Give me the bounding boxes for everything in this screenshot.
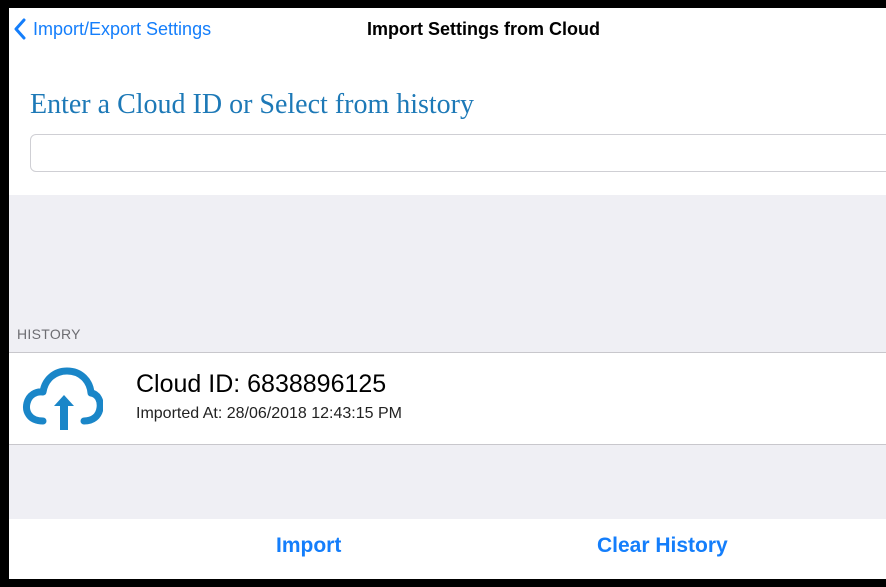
cloud-upload-icon bbox=[23, 367, 103, 430]
history-item[interactable]: Cloud ID: 6838896125 Imported At: 28/06/… bbox=[9, 352, 886, 445]
history-section-header: HISTORY bbox=[17, 326, 81, 342]
app-screen: Import/Export Settings Import Settings f… bbox=[9, 8, 886, 579]
back-button[interactable]: Import/Export Settings bbox=[13, 16, 211, 42]
navigation-bar: Import/Export Settings Import Settings f… bbox=[9, 8, 886, 52]
history-item-title: Cloud ID: 6838896125 bbox=[136, 370, 387, 398]
bottom-toolbar: Import Clear History bbox=[9, 519, 886, 579]
cloud-id-prompt: Enter a Cloud ID or Select from history bbox=[30, 89, 475, 120]
back-button-label: Import/Export Settings bbox=[33, 18, 212, 39]
cloud-id-section: Enter a Cloud ID or Select from history bbox=[9, 52, 886, 195]
history-item-subtitle: Imported At: 28/06/2018 12:43:15 PM bbox=[136, 405, 402, 422]
page-title: Import Settings from Cloud bbox=[367, 19, 600, 39]
import-button[interactable]: Import bbox=[276, 534, 341, 558]
chevron-left-icon bbox=[14, 18, 26, 40]
cloud-id-input[interactable] bbox=[30, 134, 886, 172]
clear-history-button[interactable]: Clear History bbox=[597, 534, 728, 558]
